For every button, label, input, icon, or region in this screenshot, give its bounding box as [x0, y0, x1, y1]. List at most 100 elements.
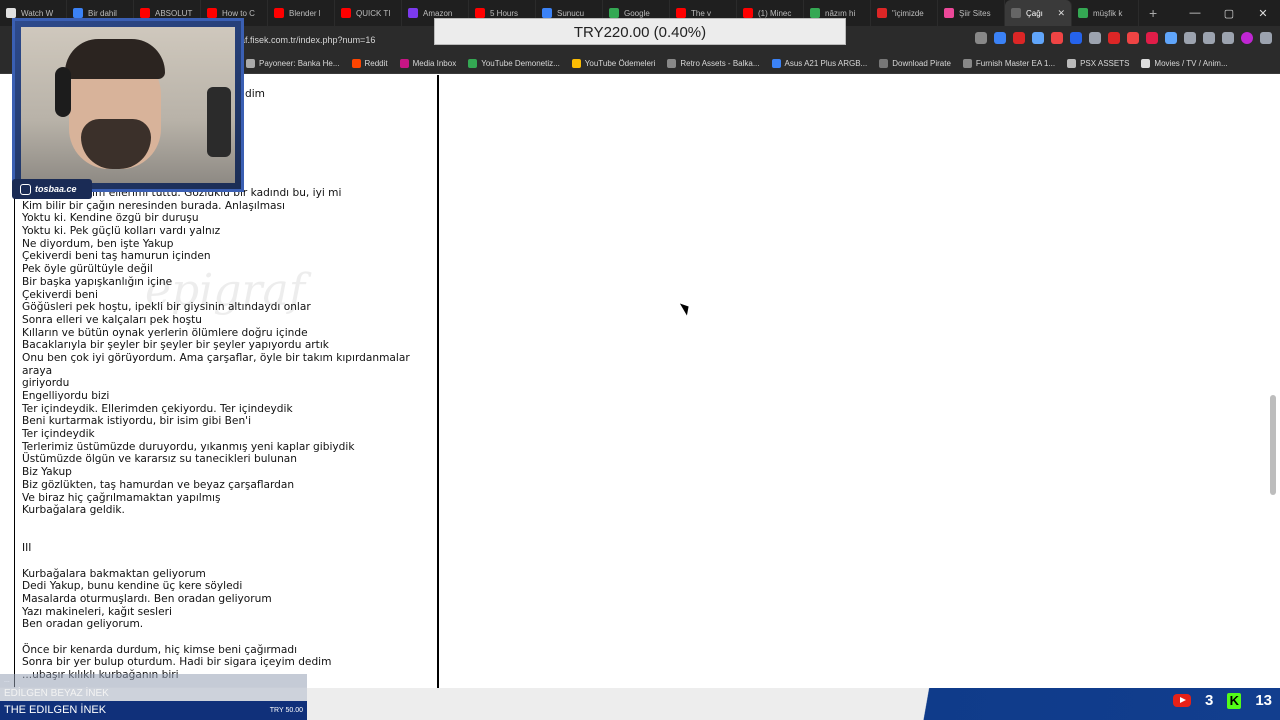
tab-favicon-icon [810, 8, 820, 18]
menu-icon[interactable] [1260, 32, 1272, 44]
poem-line: Önce bir kenarda durdum, hiç kimse beni … [22, 643, 298, 656]
bookmark-item[interactable]: Reddit [351, 59, 388, 68]
tab-label: How to C [222, 8, 255, 18]
webcam-feed [21, 27, 235, 183]
maximize-button[interactable]: ▢ [1212, 7, 1246, 20]
extension-icon[interactable] [1146, 32, 1158, 44]
scrollbar-thumb[interactable] [1270, 395, 1276, 495]
extension-icon[interactable] [1013, 32, 1025, 44]
song-title: THE EDILGEN İNEK [4, 704, 107, 716]
extension-icon[interactable] [975, 32, 987, 44]
song-subtitle: EDİLGEN BEYAZ İNEK [0, 687, 307, 701]
bookmark-label: Furnish Master EA 1... [975, 59, 1056, 68]
browser-tab[interactable]: müşfik k [1072, 0, 1139, 26]
extension-icon[interactable] [1165, 32, 1177, 44]
bookmark-item[interactable]: Payoneer: Banka He... [246, 59, 340, 68]
extension-icon[interactable] [1108, 32, 1120, 44]
browser-tab[interactable]: Şiir Sites [938, 0, 1005, 26]
webcam-overlay [12, 18, 244, 192]
tab-label: 5 Hours [490, 8, 519, 18]
tab-label: Blender l [289, 8, 321, 18]
bookmark-item[interactable]: Asus A21 Plus ARGB... [771, 59, 868, 68]
poem-line: Ter içindeydik. Ellerimden çekiyordu. Te… [22, 402, 293, 415]
browser-tab[interactable]: QUICK TI [335, 0, 402, 26]
browser-tab[interactable]: Blender l [268, 0, 335, 26]
tab-label: The v [691, 8, 712, 18]
tab-favicon-icon [609, 8, 619, 18]
tab-favicon-icon [408, 8, 418, 18]
poem-line: Çekiverdi beni taş hamurun içinden [22, 250, 211, 263]
browser-tab[interactable]: Çağı ✕ [1005, 0, 1072, 26]
tab-favicon-icon [1078, 8, 1088, 18]
tab-label: Çağı [1026, 8, 1043, 18]
bookmark-item[interactable]: Furnish Master EA 1... [962, 59, 1056, 68]
tab-favicon-icon [542, 8, 552, 18]
instagram-handle: tosbaa.ce [12, 179, 92, 199]
poem-line: Ve biraz hiç çağrılmamaktan yapılmış [22, 491, 221, 504]
browser-tab[interactable]: "içimizde [871, 0, 938, 26]
poem-line: Yoktu ki. Pek güçlü kolları vardı yalnız [22, 225, 221, 238]
song-price: TRY 50.00 [269, 707, 303, 714]
bookmark-item[interactable]: YouTube Ödemeleri [571, 59, 655, 68]
extension-icon[interactable] [1127, 32, 1139, 44]
poem-line: Terlerimiz üstümüzde duruyordu, yıkanmış… [22, 440, 355, 453]
bookmark-item[interactable]: PSX ASSETS [1067, 59, 1129, 68]
tab-favicon-icon [475, 8, 485, 18]
kick-icon: K [1227, 692, 1242, 709]
close-window-button[interactable]: ✕ [1246, 7, 1280, 20]
bookmark-label: Movies / TV / Anim... [1154, 59, 1228, 68]
extension-icon[interactable] [1032, 32, 1044, 44]
extension-icon[interactable] [1070, 32, 1082, 44]
poem-line [22, 530, 432, 543]
poem-line: Sonra elleri ve kalçaları pek hoştu [22, 313, 203, 326]
extension-icon[interactable] [994, 32, 1006, 44]
poem-line: Çekiverdi beni [22, 288, 98, 301]
tab-label: "içimizde [892, 8, 924, 18]
microphone-icon [207, 87, 231, 157]
profile-icon[interactable] [1241, 32, 1253, 44]
url-field[interactable]: graf.fisek.com.tr/index.php?num=16 [232, 31, 432, 49]
extension-icon[interactable] [1051, 32, 1063, 44]
bookmark-label: Asus A21 Plus ARGB... [784, 59, 868, 68]
tab-label: Sunucu [557, 8, 585, 18]
bookmark-favicon-icon [962, 59, 972, 68]
headset-icon [55, 67, 71, 117]
extension-icon[interactable] [1089, 32, 1101, 44]
youtube-icon [1172, 694, 1191, 707]
poem-line [22, 517, 432, 530]
bookmark-favicon-icon [351, 59, 361, 68]
poem-line: Masalarda oturmuşlardı. Ben oradan geliy… [22, 593, 272, 606]
streamer-hair [65, 39, 165, 79]
bookmark-item[interactable]: YouTube Demonetiz... [468, 59, 560, 68]
puzzle-icon[interactable] [1184, 32, 1196, 44]
bookmark-favicon-icon [1141, 59, 1151, 68]
tab-label: Google [624, 8, 650, 18]
bookmark-favicon-icon [246, 59, 255, 68]
tab-favicon-icon [73, 8, 83, 18]
minimize-button[interactable]: — [1178, 7, 1212, 20]
poem-line: Ben oradan geliyorum. [22, 618, 144, 631]
tab-label: (1) Minec [758, 8, 792, 18]
bookmark-item[interactable]: Download Pirate [879, 59, 951, 68]
poem-line: Kılların ve bütün oynak yerlerin ölümler… [22, 326, 308, 339]
bookmark-label: PSX ASSETS [1080, 59, 1130, 68]
poem-line: Onu ben çok iyi görüyordum. Ama çarşafla… [22, 351, 410, 377]
bookmark-label: Payoneer: Banka He... [259, 59, 340, 68]
poem-line [22, 555, 432, 568]
bookmark-favicon-icon [399, 59, 409, 68]
bookmark-item[interactable]: Retro Assets - Balka... [667, 59, 760, 68]
bookmark-item[interactable]: Movies / TV / Anim... [1141, 59, 1228, 68]
instagram-icon [20, 183, 31, 195]
media-icon[interactable] [1203, 32, 1215, 44]
tab-favicon-icon [6, 8, 16, 18]
poem-line: Kim bilir bir çağın neresinden burada. A… [22, 199, 285, 212]
poem-line: Yazı makineleri, kağıt sesleri [22, 605, 172, 618]
bookmark-item[interactable]: Media Inbox [399, 59, 457, 68]
sidepanel-icon[interactable] [1222, 32, 1234, 44]
tab-label: Watch W [21, 8, 54, 18]
tab-favicon-icon [743, 8, 753, 18]
close-tab-icon[interactable]: ✕ [1057, 8, 1065, 19]
bookmark-label: Media Inbox [412, 59, 457, 68]
new-tab-button[interactable]: + [1139, 5, 1167, 21]
song-title-bar: THE EDILGEN İNEK TRY 50.00 [0, 701, 307, 720]
